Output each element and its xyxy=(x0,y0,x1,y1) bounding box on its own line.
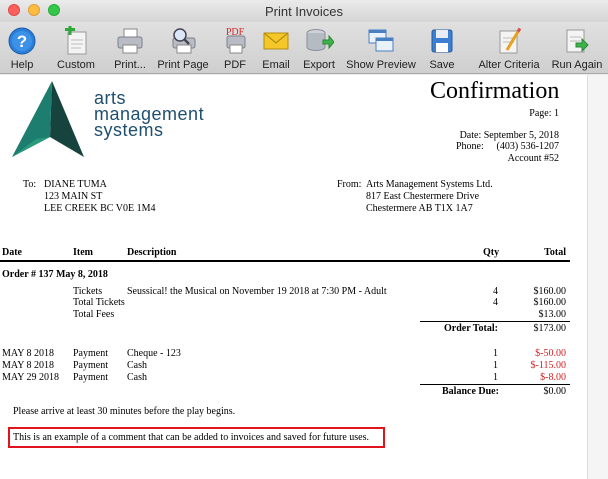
line-item: Total Tickets xyxy=(73,297,125,308)
printer-icon xyxy=(117,28,143,54)
run-again-icon xyxy=(566,29,589,53)
order-total-label: Order Total: xyxy=(444,323,498,334)
email-button[interactable]: Email xyxy=(258,24,294,72)
order-total-value: $173.00 xyxy=(533,323,567,334)
to-street: 123 MAIN ST xyxy=(44,191,103,202)
custom-button[interactable]: Custom xyxy=(52,24,100,72)
payment-item: Payment xyxy=(73,348,108,359)
vertical-scrollbar[interactable] xyxy=(587,75,608,479)
phone-value: (403) 536-1207 xyxy=(496,141,560,152)
from-name: Arts Management Systems Ltd. xyxy=(366,179,493,190)
custom-icon xyxy=(65,26,87,55)
save-icon xyxy=(431,29,453,53)
header-qty: Qty xyxy=(483,247,500,258)
payment-total: $-50.00 xyxy=(535,348,566,359)
payment-item: Payment xyxy=(73,360,108,371)
email-icon xyxy=(263,32,289,50)
payment-qty: 1 xyxy=(493,360,498,371)
invoice-note: Please arrive at least 30 minutes before… xyxy=(13,406,236,417)
line-total: $13.00 xyxy=(538,309,567,320)
print-page-icon xyxy=(172,28,196,54)
from-label: From: xyxy=(337,179,362,190)
from-street: 817 East Chestermere Drive xyxy=(366,191,480,202)
balance-due-value: $0.00 xyxy=(543,386,567,397)
line-item: Total Fees xyxy=(73,309,115,320)
svg-text:?: ? xyxy=(17,32,27,51)
header-total: Total xyxy=(544,247,566,258)
arts-management-logo-icon xyxy=(12,81,84,157)
payment-total: $-8.00 xyxy=(540,372,566,383)
pdf-icon: PDF xyxy=(226,27,246,54)
header-date: Date xyxy=(2,247,22,258)
payment-date: MAY 8 2018 xyxy=(2,348,55,359)
invoice-document: arts management systems Confirmation Pag… xyxy=(0,75,587,479)
payment-description: Cheque - 123 xyxy=(127,348,181,359)
to-label: To: xyxy=(23,179,37,190)
header-item: Item xyxy=(73,247,93,258)
payment-date: MAY 29 2018 xyxy=(2,372,60,383)
title-bar: Print Invoices xyxy=(0,0,608,22)
line-total: $160.00 xyxy=(533,297,567,308)
payment-description: Cash xyxy=(127,372,147,383)
svg-text:PDF: PDF xyxy=(226,27,245,38)
pdf-button[interactable]: PDF PDF xyxy=(218,24,252,72)
show-preview-button[interactable]: Show Preview xyxy=(343,24,419,72)
payment-qty: 1 xyxy=(493,372,498,383)
balance-divider xyxy=(420,384,570,385)
line-description: Seussical! the Musical on November 19 20… xyxy=(127,286,387,297)
show-preview-icon xyxy=(368,29,394,52)
payment-item: Payment xyxy=(73,372,108,383)
line-item: Tickets xyxy=(73,286,103,297)
export-icon xyxy=(306,29,334,51)
print-page-button[interactable]: Print Page xyxy=(156,24,210,72)
order-total-divider xyxy=(420,321,570,322)
line-total: $160.00 xyxy=(533,286,567,297)
balance-due-label: Balance Due: xyxy=(442,386,499,397)
save-button[interactable]: Save xyxy=(425,24,459,72)
logo-wordmark: arts management systems xyxy=(94,88,205,140)
phone-label: Phone: xyxy=(456,141,484,152)
help-icon: ? xyxy=(8,27,36,55)
toolbar: ? Help Custom Print... Print Page PDF PD… xyxy=(0,22,608,74)
run-again-button[interactable]: Run Again xyxy=(549,24,605,72)
account-number: Account #52 xyxy=(507,153,559,164)
order-heading: Order # 137 May 8, 2018 xyxy=(2,269,108,280)
window-title: Print Invoices xyxy=(264,4,344,19)
to-city: LEE CREEK BC V0E 1M4 xyxy=(44,203,156,214)
payment-qty: 1 xyxy=(493,348,498,359)
invoice-date: Date: September 5, 2018 xyxy=(459,130,559,141)
line-qty: 4 xyxy=(493,297,498,308)
alter-criteria-button[interactable]: Alter Criteria xyxy=(471,24,547,72)
invoice-comment: This is an example of a comment that can… xyxy=(13,432,369,443)
print-button[interactable]: Print... xyxy=(108,24,152,72)
header-description: Description xyxy=(127,247,177,258)
export-button[interactable]: Export xyxy=(298,24,340,72)
help-button[interactable]: ? Help xyxy=(2,24,42,72)
payment-total: $-115.00 xyxy=(530,360,566,371)
page-number: Page: 1 xyxy=(529,108,559,119)
line-qty: 4 xyxy=(493,286,498,297)
document-title: Confirmation xyxy=(430,78,560,104)
alter-criteria-icon xyxy=(499,27,522,54)
header-divider xyxy=(0,260,570,262)
payment-description: Cash xyxy=(127,360,147,371)
from-city: Chestermere AB T1X 1A7 xyxy=(366,203,473,214)
payment-date: MAY 8 2018 xyxy=(2,360,55,371)
to-name: DIANE TUMA xyxy=(44,179,107,190)
